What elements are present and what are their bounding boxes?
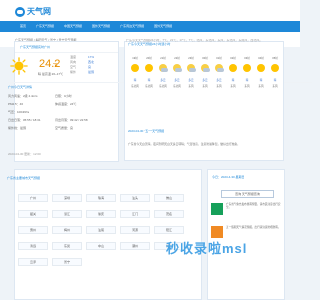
temperature-unit: ℃ <box>53 62 58 67</box>
nav-item[interactable]: 国外天气预报 <box>149 21 177 32</box>
hour-forecast: 21时 多云 东北风 <box>159 57 168 88</box>
city-link[interactable]: 江门 <box>120 210 150 218</box>
hour-forecast: 02时晴东风 <box>229 57 237 88</box>
sun-icon <box>243 64 251 72</box>
sun-icon <box>271 64 279 72</box>
city-link[interactable]: 阳江 <box>154 226 184 234</box>
nav-item[interactable]: 国外天气预报 <box>87 21 115 32</box>
logo-text: 天气网 <box>27 7 51 16</box>
hour-forecast: 04时晴东风 <box>257 57 265 88</box>
city-link[interactable]: 梅州 <box>52 226 82 234</box>
city-link[interactable]: 汕头 <box>120 194 150 202</box>
hourly-forecast-list: 19时晴东北风 20时晴东北风 21时 多云 东北风 22时 多云 东北风 23时 多云东… <box>128 57 282 113</box>
city-link[interactable]: 肇庆 <box>86 210 116 218</box>
nav-item[interactable]: 广东周边天气预报 <box>115 21 149 32</box>
news-item[interactable]: 五一假期天气情况预报，出行请注意防晒防雨。 <box>211 226 281 242</box>
sun-icon <box>257 64 265 72</box>
city-link[interactable]: 东莞 <box>52 242 82 250</box>
hour-forecast: 22时 多云 东北风 <box>173 57 182 88</box>
city-link[interactable]: 潮州 <box>120 242 150 250</box>
hour-forecast: 05时晴东风 <box>271 57 279 88</box>
nav-item[interactable]: 首页 <box>15 21 31 32</box>
today-details: 风力风速：2级 4.4m/s 日照：0小时 PM2.5：46 体感温度：24℃ 气压… <box>8 94 88 130</box>
partly-cloudy-icon <box>173 64 182 72</box>
city-link[interactable]: 佛山 <box>154 194 184 202</box>
sun-icon <box>131 64 139 72</box>
hour-forecast: 00时 多云 东风 <box>201 57 210 88</box>
hour-forecast: 03时晴东风 <box>243 57 251 88</box>
hour-forecast: 23时 多云 东风 <box>187 57 196 88</box>
update-time: 2023-04-30 更新：12:00 <box>8 152 41 156</box>
stat-row: 紫外 最弱 <box>70 70 95 74</box>
sun-icon <box>229 64 237 72</box>
news-item[interactable]: 广东省气象台发布暴雨预警，请市民注意出行安全。 <box>211 203 281 219</box>
city-link[interactable]: 惠州 <box>18 226 48 234</box>
nav-item[interactable]: 广东天气预报 <box>31 21 59 32</box>
news-text: 五一假期天气情况预报，出行请注意防晒防雨。 <box>226 226 281 229</box>
today-details-title: 广州今日天气详情 <box>8 85 33 89</box>
forecast-note: 广东省今天白天晴，夜间到明天白天多云转晴；气温较高，注意防暑降温，做好出行准备。 <box>128 142 240 146</box>
city-link[interactable]: 普宁 <box>52 258 82 266</box>
current-weather-title: 广东天气预报实时广州 <box>15 42 118 53</box>
city-link[interactable]: 清远 <box>18 242 48 250</box>
city-link[interactable]: 茂名 <box>154 210 184 218</box>
partly-cloudy-icon <box>187 64 196 72</box>
partly-cloudy-icon <box>159 64 168 72</box>
city-link[interactable]: 云浮 <box>18 258 48 266</box>
city-link[interactable]: 广州 <box>18 194 48 202</box>
site-logo[interactable]: 天气网 <box>15 6 55 18</box>
news-thumbnail <box>211 203 223 215</box>
main-navigation: 首页 广东天气预报 中国天气预报 国外天气预报 广东周边天气预报 国外天气预报 <box>0 21 300 32</box>
sun-icon <box>10 57 28 75</box>
city-link[interactable]: 汕尾 <box>86 226 116 234</box>
forecast-title: 广东今天天气预报24小时逐小时 <box>128 42 171 46</box>
hour-forecast: 20时晴东北风 <box>145 57 153 88</box>
sun-icon <box>145 64 153 72</box>
weather-logo-icon <box>15 7 25 17</box>
forecast-footer: 2023-04-30 “五一”天气预报 <box>128 129 165 133</box>
city-link[interactable]: 深圳 <box>52 194 82 202</box>
news-text: 广东省气象台发布暴雨预警，请市民注意出行安全。 <box>226 203 281 210</box>
hour-forecast: 19时晴东北风 <box>131 57 139 88</box>
cities-title: 广东省主要城市天气预报 <box>7 176 41 180</box>
watermark-text: 秒收录啦msl <box>166 241 248 256</box>
city-link[interactable]: 中山 <box>86 242 116 250</box>
city-link[interactable]: 湛江 <box>52 210 82 218</box>
city-link[interactable]: 韶关 <box>18 210 48 218</box>
city-list: 广州 深圳 珠海 汕头 佛山 韶关 湛江 肇庆 江门 茂名 惠州 梅州 汕尾 河… <box>18 194 188 266</box>
hour-forecast: 01时 多云 东风 <box>215 57 224 88</box>
partly-cloudy-icon <box>215 64 224 72</box>
partly-cloudy-icon <box>201 64 210 72</box>
city-link[interactable]: 河源 <box>120 226 150 234</box>
today-date-title: 今日：2023-4-30 星期日 <box>212 175 245 179</box>
weather-search-button[interactable]: 查询 天气预报查询 <box>221 190 274 198</box>
current-stats: 温度 17% 风向 西北 空气良 紫外 最弱 <box>70 55 112 76</box>
news-thumbnail <box>211 226 223 238</box>
current-description: 晴 最高温 26~17℃ <box>38 72 64 76</box>
nav-item[interactable]: 中国天气预报 <box>59 21 87 32</box>
city-link[interactable]: 珠海 <box>86 194 116 202</box>
